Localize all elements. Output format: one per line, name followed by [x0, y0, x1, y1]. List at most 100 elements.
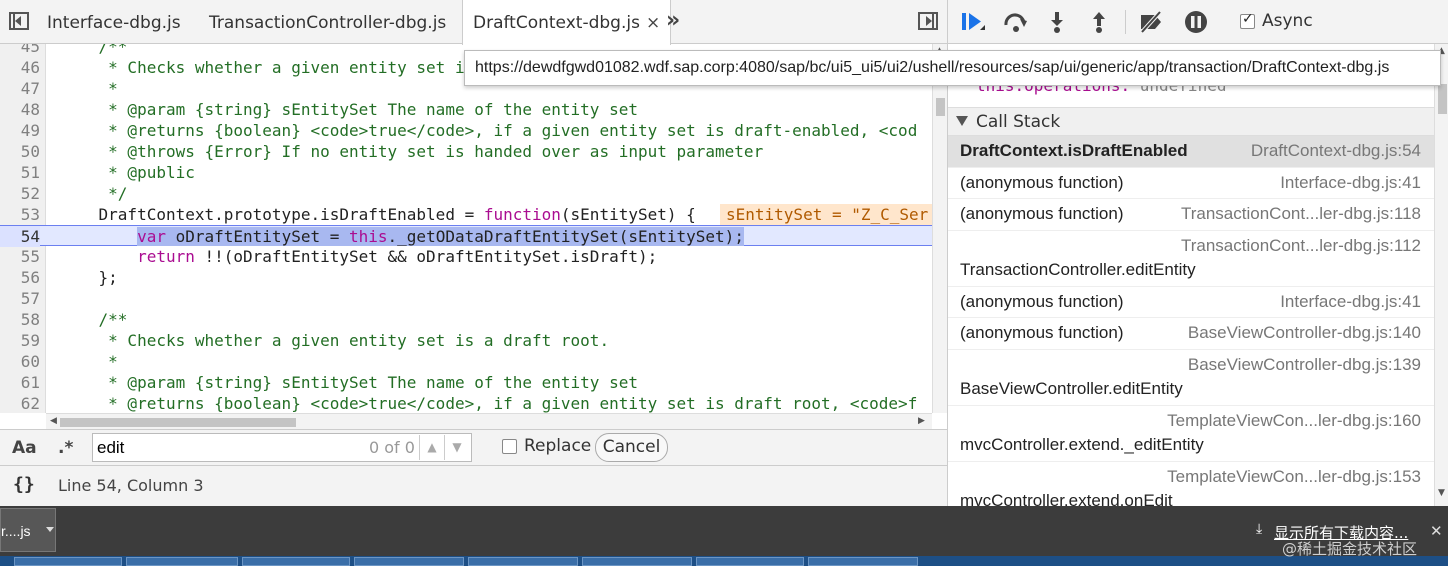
line-number[interactable]: 57 — [0, 288, 40, 309]
line-number[interactable]: 53 — [0, 204, 40, 225]
line-number[interactable]: 50 — [0, 141, 40, 162]
taskbar-button[interactable] — [582, 557, 692, 566]
call-frame-location[interactable]: BaseViewController-dbg.js:139 — [1188, 355, 1421, 375]
call-frame-location[interactable]: DraftContext-dbg.js:54 — [1251, 141, 1421, 161]
code-line[interactable]: 48 * @param {string} sEntitySet The name… — [0, 99, 932, 120]
line-number[interactable]: 56 — [0, 267, 40, 288]
code-line[interactable]: 62 * @returns {boolean} <code>true</code… — [0, 393, 932, 413]
call-frame[interactable]: (anonymous function) Interface-dbg.js:41 — [948, 168, 1434, 199]
call-frame[interactable]: mvcController.extend._editEntity Template… — [948, 406, 1434, 462]
call-frame[interactable]: (anonymous function) TransactionCont...le… — [948, 199, 1434, 231]
code-line[interactable]: 56 }; — [0, 267, 932, 288]
previous-match-icon[interactable]: ▲ — [419, 435, 444, 460]
call-frame-location[interactable]: Interface-dbg.js:41 — [1280, 292, 1421, 312]
scrollbar-thumb[interactable] — [936, 98, 945, 116]
match-case-button[interactable]: Aa — [12, 438, 37, 458]
code-line[interactable]: 53 sEntitySet = "Z_C_Ser DraftContext.pro… — [0, 204, 932, 225]
line-number[interactable]: 46 — [0, 57, 40, 78]
toggle-debugger-icon[interactable] — [918, 12, 938, 30]
scroll-down-icon[interactable]: ▼ — [1438, 488, 1445, 498]
line-number[interactable]: 54 — [0, 226, 40, 247]
close-tab-icon[interactable]: × — [646, 13, 660, 33]
code-line[interactable]: 58 /** — [0, 309, 932, 330]
call-frame-location[interactable]: TemplateViewCon...ler-dbg.js:160 — [1167, 411, 1421, 431]
call-frame[interactable]: mvcController.extend.onEdit TemplateViewC… — [948, 462, 1434, 507]
resume-icon[interactable] — [960, 10, 986, 34]
toggle-navigator-icon[interactable] — [9, 12, 29, 30]
next-match-icon[interactable]: ▼ — [444, 435, 469, 460]
pause-on-exceptions-icon[interactable] — [1183, 10, 1209, 34]
code-text: * Checks whether a given entity set is a… — [60, 331, 610, 350]
deactivate-breakpoints-icon[interactable] — [1138, 10, 1164, 34]
step-into-icon[interactable] — [1044, 10, 1070, 34]
call-frame[interactable]: (anonymous function) BaseViewController-d… — [948, 318, 1434, 350]
call-frame[interactable]: TransactionController.editEntity Transact… — [948, 231, 1434, 287]
call-frame-location[interactable]: TemplateViewCon...ler-dbg.js:153 — [1167, 467, 1421, 487]
call-frame-name: BaseViewController.editEntity — [960, 378, 1183, 398]
code-line[interactable]: 60 * — [0, 351, 932, 372]
line-number[interactable]: 49 — [0, 120, 40, 141]
taskbar-button[interactable] — [14, 557, 122, 566]
search-input[interactable] — [97, 437, 357, 458]
tab-draftcontext-dbg[interactable]: DraftContext-dbg.js × — [462, 0, 672, 45]
cancel-button[interactable]: Cancel — [595, 433, 668, 462]
call-frame-location[interactable]: TransactionCont...ler-dbg.js:112 — [1181, 236, 1421, 256]
line-number[interactable]: 59 — [0, 330, 40, 351]
taskbar-button[interactable] — [354, 557, 464, 566]
call-frame[interactable]: BaseViewController.editEntity BaseViewCon… — [948, 350, 1434, 406]
code-line[interactable]: 52 */ — [0, 183, 932, 204]
call-stack-header[interactable]: Call Stack — [948, 107, 1434, 136]
code-line[interactable]: 51 * @public — [0, 162, 932, 183]
close-icon[interactable]: ✕ — [1430, 522, 1443, 540]
download-item[interactable]: r....js — [0, 508, 56, 552]
code-editor[interactable]: 45 /** 46 * Checks whether a given entity… — [0, 44, 932, 413]
call-frame-location[interactable]: TransactionCont...ler-dbg.js:118 — [1181, 204, 1421, 224]
code-line[interactable]: 49 * @returns {boolean} <code>true</code… — [0, 120, 932, 141]
tab-interface-dbg[interactable]: Interface-dbg.js — [37, 0, 191, 44]
pretty-print-icon[interactable]: {} — [13, 474, 35, 495]
line-number[interactable]: 58 — [0, 309, 40, 330]
scroll-left-icon[interactable]: ◀ — [50, 416, 57, 426]
expand-triangle-icon[interactable] — [956, 116, 968, 126]
taskbar-button[interactable] — [808, 557, 918, 566]
taskbar-button[interactable] — [126, 557, 238, 566]
call-frame[interactable]: DraftContext.isDraftEnabled DraftContext-… — [948, 136, 1434, 168]
code-text: * @param {string} sEntitySet The name of… — [60, 100, 638, 119]
line-number[interactable]: 62 — [0, 393, 40, 413]
scroll-right-icon[interactable]: ▶ — [918, 416, 925, 426]
line-number[interactable]: 52 — [0, 183, 40, 204]
code-line[interactable]: 50 * @throws {Error} If no entity set is… — [0, 141, 932, 162]
code-vertical-scrollbar[interactable]: ▲ — [932, 44, 947, 413]
call-frame[interactable]: (anonymous function) Interface-dbg.js:41 — [948, 287, 1434, 318]
scrollbar-thumb[interactable] — [1438, 84, 1447, 114]
line-number[interactable]: 45 — [0, 44, 40, 57]
line-number[interactable]: 61 — [0, 372, 40, 393]
code-line[interactable]: 61 * @param {string} sEntitySet The name… — [0, 372, 932, 393]
tab-transactioncontroller-dbg[interactable]: TransactionController-dbg.js — [199, 0, 456, 44]
regex-button[interactable]: .* — [58, 438, 73, 458]
line-number[interactable]: 55 — [0, 246, 40, 267]
scrollbar-thumb[interactable] — [60, 418, 296, 427]
sidebar-vertical-scrollbar[interactable]: ▲ ▼ — [1434, 44, 1448, 506]
taskbar-button[interactable] — [242, 557, 350, 566]
async-checkbox[interactable] — [1240, 11, 1255, 29]
line-number[interactable]: 51 — [0, 162, 40, 183]
code-line[interactable]: 57 — [0, 288, 932, 309]
line-number[interactable]: 60 — [0, 351, 40, 372]
chevron-down-icon[interactable] — [46, 527, 54, 532]
call-frame-name: DraftContext.isDraftEnabled — [960, 141, 1188, 160]
code-line[interactable]: 55 return !!(oDraftEntitySet && oDraftEn… — [0, 246, 932, 267]
call-frame-location[interactable]: BaseViewController-dbg.js:140 — [1188, 323, 1421, 343]
tab-overflow-icon[interactable]: » — [666, 8, 680, 33]
execution-line[interactable]: 54 var oDraftEntitySet = this._getODataD… — [0, 225, 932, 247]
taskbar-button[interactable] — [468, 557, 578, 566]
line-number[interactable]: 48 — [0, 99, 40, 120]
replace-checkbox[interactable] — [502, 439, 517, 454]
call-frame-location[interactable]: Interface-dbg.js:41 — [1280, 173, 1421, 193]
code-horizontal-scrollbar[interactable]: ◀ ▶ — [46, 413, 932, 429]
code-line[interactable]: 59 * Checks whether a given entity set i… — [0, 330, 932, 351]
taskbar-button[interactable] — [696, 557, 804, 566]
line-number[interactable]: 47 — [0, 78, 40, 99]
step-over-icon[interactable] — [1003, 10, 1029, 34]
step-out-icon[interactable] — [1086, 10, 1112, 34]
